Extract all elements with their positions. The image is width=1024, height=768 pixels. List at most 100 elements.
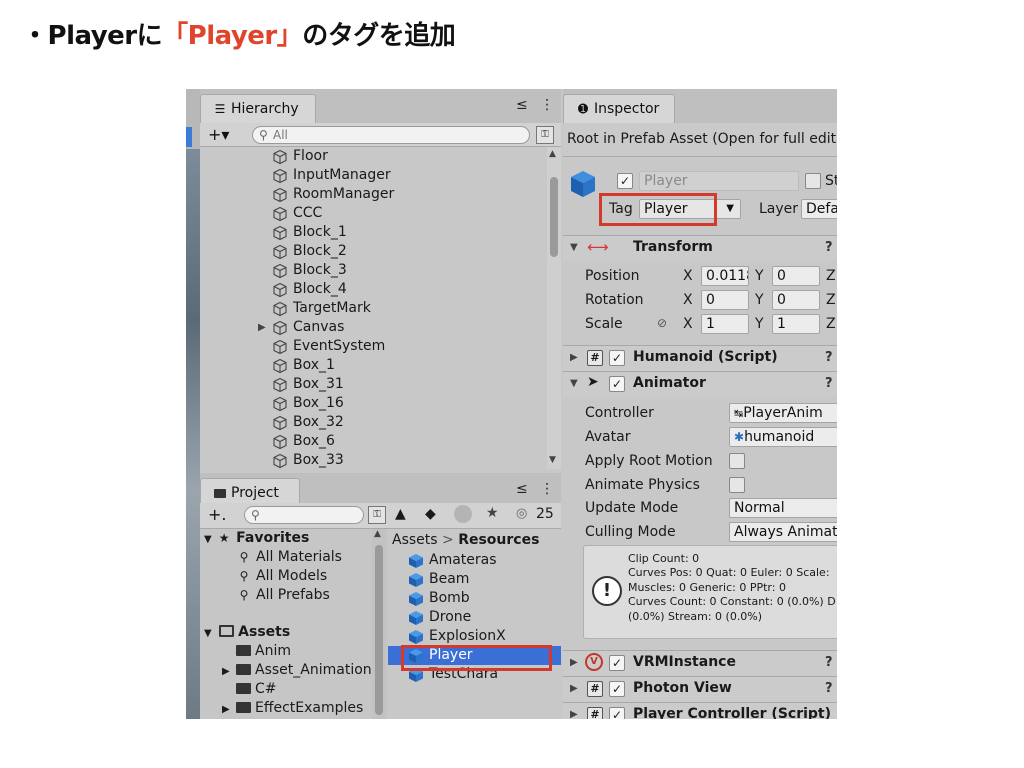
hierarchy-add-button[interactable]: +▾: [208, 124, 229, 146]
gameobject-cube-icon: [273, 263, 287, 279]
help-icon[interactable]: ?: [825, 376, 833, 391]
breadcrumb-current[interactable]: Resources: [458, 532, 539, 548]
transform-component-header[interactable]: ▼ ⟷ Transform ?: [563, 235, 837, 261]
asset-folder-row[interactable]: Anim: [222, 642, 291, 661]
update-mode-dropdown[interactable]: Normal: [729, 498, 837, 518]
resource-asset-item[interactable]: Beam: [388, 570, 561, 589]
hierarchy-item[interactable]: EventSystem: [200, 337, 547, 356]
resource-asset-item[interactable]: Bomb: [388, 589, 561, 608]
resource-asset-item[interactable]: Drone: [388, 608, 561, 627]
filter-label-icon[interactable]: ◆: [425, 506, 436, 522]
asset-folder-row[interactable]: ▶ Asset_Animation: [222, 661, 372, 680]
breadcrumb-separator: >: [442, 532, 454, 548]
search-scene-button[interactable]: ⚿: [536, 126, 554, 144]
hierarchy-item[interactable]: TargetMark: [200, 299, 547, 318]
favorite-star-icon[interactable]: ★: [486, 505, 499, 521]
project-tab-actions[interactable]: ≤ ⋮: [516, 481, 558, 497]
hierarchy-item[interactable]: Box_1: [200, 356, 547, 375]
project-search-input[interactable]: ⚲: [244, 506, 364, 524]
hierarchy-item[interactable]: Block_2: [200, 242, 547, 261]
hierarchy-item[interactable]: RoomManager: [200, 185, 547, 204]
hierarchy-item[interactable]: CCC: [200, 204, 547, 223]
scroll-down-icon[interactable]: ▼: [549, 455, 556, 465]
help-icon[interactable]: ?: [825, 655, 833, 670]
static-checkbox[interactable]: [805, 173, 821, 189]
asset-folder-row[interactable]: ▶ EffectExamples: [222, 699, 363, 718]
position-y-field[interactable]: 0: [772, 266, 820, 286]
animator-info-text: Clip Count: 0 Curves Pos: 0 Quat: 0 Eule…: [628, 552, 836, 623]
resource-asset-item[interactable]: Player: [388, 646, 561, 665]
photon-component-header[interactable]: ▶ # ✓ Photon View ?: [563, 676, 837, 702]
rotation-y-field[interactable]: 0: [772, 290, 820, 310]
scale-x-field[interactable]: 1: [701, 314, 749, 334]
hierarchy-item[interactable]: Block_1: [200, 223, 547, 242]
hierarchy-search-input[interactable]: ⚲ All: [252, 126, 530, 144]
project-tree-scroll-thumb[interactable]: [375, 545, 383, 715]
vrm-enabled-checkbox[interactable]: ✓: [609, 655, 625, 671]
help-icon[interactable]: ?: [825, 681, 833, 696]
object-name-field[interactable]: Player: [639, 171, 799, 191]
hierarchy-item[interactable]: Box_6: [200, 432, 547, 451]
animator-component-header[interactable]: ▼ ➤ ✓ Animator ?: [563, 371, 837, 397]
scroll-up-icon[interactable]: ▲: [549, 149, 556, 159]
project-add-button[interactable]: +.: [208, 504, 227, 526]
expand-icon[interactable]: ▶: [258, 318, 266, 337]
asset-folder-row[interactable]: C#: [222, 680, 277, 699]
resource-asset-item[interactable]: ExplosionX: [388, 627, 561, 646]
hierarchy-tabbar: ☰ Hierarchy ≤ ⋮: [200, 89, 561, 123]
help-icon[interactable]: ?: [825, 350, 833, 365]
avatar-field[interactable]: ✱humanoid: [729, 427, 837, 447]
hierarchy-item[interactable]: InputManager: [200, 166, 547, 185]
assets-row[interactable]: ▼ Assets: [204, 623, 290, 642]
search-scene-button[interactable]: ⚿: [368, 506, 386, 524]
scroll-up-icon[interactable]: ▲: [374, 529, 381, 539]
apply-root-motion-checkbox[interactable]: [729, 453, 745, 469]
tab-hierarchy[interactable]: ☰ Hierarchy: [200, 94, 316, 123]
favorite-item[interactable]: ⚲ All Prefabs: [236, 586, 330, 605]
scene-view-tab-edge: [186, 127, 192, 147]
hierarchy-scrollbar[interactable]: ▲ ▼: [547, 147, 561, 469]
hidden-packages-icon[interactable]: ◎: [516, 506, 527, 521]
vrm-component-header[interactable]: ▶ V ✓ VRMInstance ?: [563, 650, 837, 676]
tag-dropdown[interactable]: Player ▼: [639, 199, 741, 219]
photon-enabled-checkbox[interactable]: ✓: [609, 681, 625, 697]
filter-type-icon[interactable]: ▲: [395, 506, 406, 522]
breadcrumb-root[interactable]: Assets: [392, 532, 438, 548]
hierarchy-item[interactable]: Floor: [200, 147, 547, 166]
controller-field[interactable]: ↹PlayerAnim: [729, 403, 837, 423]
animator-enabled-checkbox[interactable]: ✓: [609, 376, 625, 392]
hierarchy-item[interactable]: ▶ Canvas: [200, 318, 547, 337]
humanoid-component-header[interactable]: ▶ # ✓ Humanoid (Script) ?: [563, 345, 837, 371]
filter-log-icon[interactable]: [454, 505, 472, 523]
favorite-item[interactable]: ⚲ All Materials: [236, 548, 342, 567]
humanoid-enabled-checkbox[interactable]: ✓: [609, 350, 625, 366]
favorites-row[interactable]: ▼ ★ Favorites: [204, 529, 309, 548]
resource-asset-item[interactable]: Amateras: [388, 551, 561, 570]
layer-label: Layer: [759, 201, 799, 217]
project-tree-scrollbar[interactable]: ▲: [372, 529, 386, 719]
favorite-item[interactable]: ⚲ All Models: [236, 567, 328, 586]
help-icon[interactable]: ?: [825, 240, 833, 255]
hierarchy-item[interactable]: Block_4: [200, 280, 547, 299]
transform-icon: ⟷: [587, 238, 609, 256]
scale-y-field[interactable]: 1: [772, 314, 820, 334]
player-controller-component-header[interactable]: ▶ # ✓ Player Controller (Script): [563, 702, 837, 719]
gameobject-cube-icon: [273, 396, 287, 412]
resource-asset-item[interactable]: TestChara: [388, 665, 561, 684]
culling-mode-dropdown[interactable]: Always Animate: [729, 522, 837, 542]
rotation-x-field[interactable]: 0: [701, 290, 749, 310]
hierarchy-tab-actions[interactable]: ≤ ⋮: [516, 97, 558, 113]
object-active-checkbox[interactable]: ✓: [617, 173, 633, 189]
hierarchy-item[interactable]: Box_33: [200, 451, 547, 469]
position-x-field[interactable]: 0.0118: [701, 266, 749, 286]
hierarchy-item[interactable]: Box_32: [200, 413, 547, 432]
animate-physics-checkbox[interactable]: [729, 477, 745, 493]
hierarchy-item[interactable]: Box_16: [200, 394, 547, 413]
hierarchy-item[interactable]: Block_3: [200, 261, 547, 280]
hierarchy-scroll-thumb[interactable]: [550, 177, 558, 257]
hierarchy-item[interactable]: Box_31: [200, 375, 547, 394]
constrain-proportions-icon[interactable]: ⊘: [657, 316, 667, 330]
tab-inspector[interactable]: ➊ Inspector: [563, 94, 675, 123]
player-controller-enabled-checkbox[interactable]: ✓: [609, 707, 625, 719]
layer-dropdown[interactable]: Defa: [801, 199, 837, 219]
